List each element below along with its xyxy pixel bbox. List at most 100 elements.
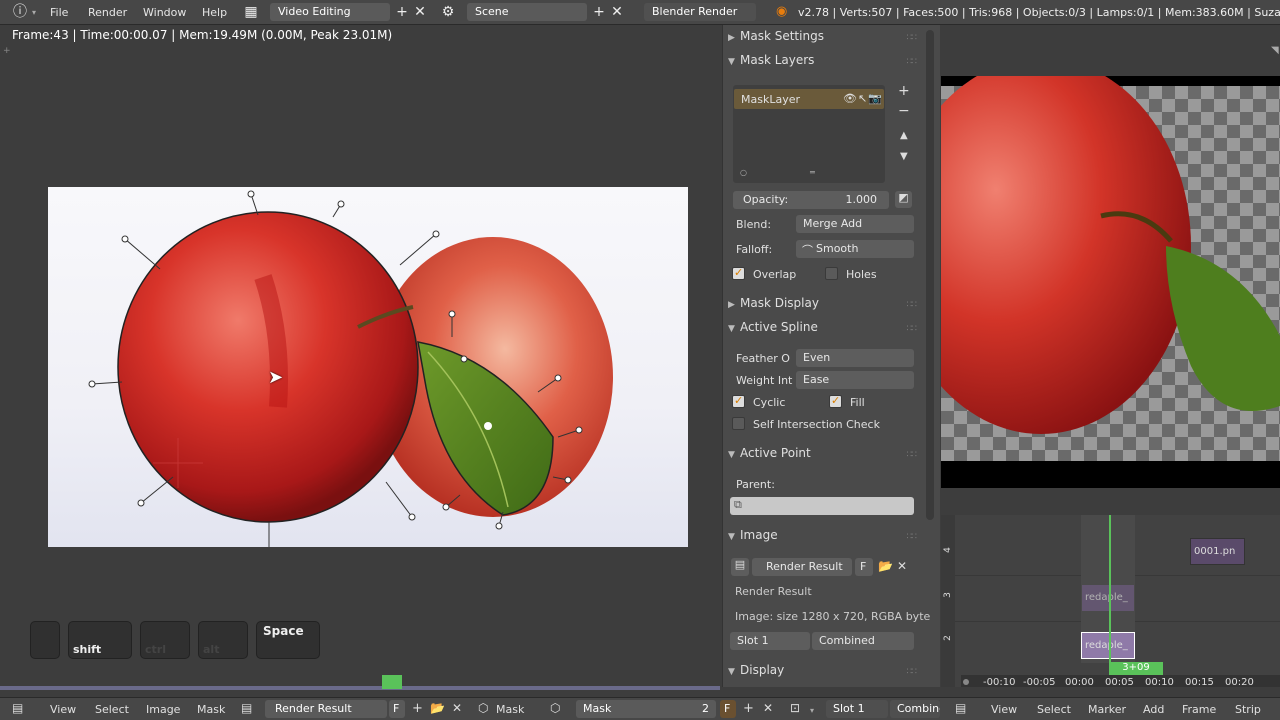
- remove-layer-icon[interactable]: −: [898, 103, 910, 119]
- mode-select[interactable]: Mask: [496, 703, 524, 716]
- mask-fake-user[interactable]: F: [720, 700, 736, 718]
- cyclic-checkbox[interactable]: [732, 394, 745, 408]
- bottom-header-bar: ▤ View Select Image Mask ▤ Render Result…: [0, 697, 1280, 720]
- strip-channel-2[interactable]: redaple_: [1081, 632, 1135, 659]
- parent-field[interactable]: ⧉: [730, 497, 914, 515]
- footer-image-field[interactable]: Render Result: [265, 700, 387, 718]
- scroll-handle[interactable]: [963, 679, 969, 685]
- invert-icon[interactable]: ◩: [895, 191, 912, 208]
- lock-icon[interactable]: ↖: [858, 92, 867, 105]
- footer-slot-select[interactable]: Slot 1: [826, 700, 888, 718]
- props-scrollbar[interactable]: [926, 30, 934, 520]
- pivot-icon[interactable]: ⊡: [790, 701, 800, 715]
- playhead[interactable]: [1109, 515, 1111, 675]
- area-corner-icon[interactable]: +: [3, 46, 11, 56]
- holes-checkbox[interactable]: [825, 267, 838, 280]
- footer-menu-view[interactable]: View: [50, 703, 76, 716]
- list-filter-icon[interactable]: ○: [740, 168, 747, 177]
- mask-icon[interactable]: ⬡: [550, 701, 560, 715]
- open-image-icon[interactable]: 📂: [878, 559, 893, 573]
- opacity-slider[interactable]: Opacity: 1.000: [733, 191, 889, 209]
- seq-menu-view[interactable]: View: [991, 703, 1017, 716]
- footer-fake-user[interactable]: F: [389, 700, 405, 718]
- render-canvas[interactable]: [48, 187, 688, 564]
- seq-menu-add[interactable]: Add: [1143, 703, 1164, 716]
- weight-label: Weight Int: [736, 374, 793, 387]
- seq-menu-strip[interactable]: Strip: [1235, 703, 1261, 716]
- footer-pass-select[interactable]: Combine: [890, 700, 940, 718]
- parent-label: Parent:: [736, 478, 775, 491]
- layout-field[interactable]: Video Editing: [270, 3, 390, 21]
- seq-menu-select[interactable]: Select: [1037, 703, 1071, 716]
- seq-menu-frame[interactable]: Frame: [1182, 703, 1216, 716]
- add-mask-icon[interactable]: +: [743, 701, 754, 716]
- section-active-spline[interactable]: ▼ Active Spline ∷∷: [728, 320, 917, 342]
- close-scene-icon[interactable]: ✕: [609, 4, 625, 20]
- frame-info: Frame:43 | Time:00:00.07 | Mem:19.49M (0…: [12, 28, 393, 42]
- strip-channel-3[interactable]: redaple_: [1082, 585, 1134, 611]
- image-browse-icon[interactable]: ▤: [731, 558, 749, 576]
- top-menu-bar: ⓘ ▾ File Render Window Help ▦ Video Edit…: [0, 0, 1280, 25]
- section-mask-layers[interactable]: ▼ Mask Layers ∷∷: [728, 53, 917, 75]
- move-down-icon[interactable]: ▼: [900, 151, 908, 162]
- frame-scrubber[interactable]: [0, 686, 720, 690]
- chevron-down-icon[interactable]: ▾: [32, 8, 36, 17]
- sequencer-timeline[interactable]: 4 3 2 0001.pn redaple_ redaple_ 3+09 -00…: [941, 515, 1280, 688]
- unlink-image-icon[interactable]: ✕: [897, 559, 907, 573]
- fake-user-button[interactable]: F: [855, 558, 873, 576]
- menu-render[interactable]: Render: [88, 6, 127, 19]
- self-intersection-checkbox[interactable]: [732, 417, 745, 430]
- section-active-point[interactable]: ▼ Active Point ∷∷: [728, 446, 917, 468]
- time-label: 00:05: [1105, 677, 1134, 688]
- overlap-checkbox[interactable]: [732, 266, 745, 280]
- list-resize-icon[interactable]: ═: [810, 168, 815, 177]
- render-engine-select[interactable]: Blender Render: [644, 3, 756, 21]
- menu-file[interactable]: File: [50, 6, 68, 19]
- scene-icon[interactable]: ⚙: [440, 4, 456, 20]
- channel-ruler: [941, 515, 955, 687]
- section-display[interactable]: ▼ Display ∷∷: [728, 663, 917, 685]
- frame-marker[interactable]: [382, 675, 402, 689]
- falloff-label: Falloff:: [736, 243, 773, 256]
- image-strip[interactable]: 0001.pn: [1190, 538, 1245, 565]
- chevron-down-icon[interactable]: ▾: [810, 706, 814, 715]
- section-mask-display[interactable]: ▶ Mask Display ∷∷: [728, 296, 917, 318]
- eye-icon[interactable]: 👁: [843, 92, 857, 105]
- close-layout-icon[interactable]: ✕: [412, 4, 428, 20]
- blend-select[interactable]: Merge Add: [796, 215, 914, 233]
- info-icon[interactable]: ⓘ: [12, 4, 28, 20]
- add-layer-icon[interactable]: +: [898, 83, 910, 99]
- image-browse-icon[interactable]: ▤: [241, 701, 252, 715]
- image-name-field[interactable]: Render Result: [752, 558, 852, 576]
- slot-select[interactable]: Slot 1: [730, 632, 810, 650]
- footer-menu-select[interactable]: Select: [95, 703, 129, 716]
- falloff-select[interactable]: ⌒ Smooth: [796, 240, 914, 258]
- scene-field[interactable]: Scene: [467, 3, 587, 21]
- layout-icon[interactable]: ▦: [243, 4, 259, 20]
- menu-window[interactable]: Window: [143, 6, 186, 19]
- add-image-icon[interactable]: +: [412, 701, 423, 716]
- sequencer-preview[interactable]: ◥: [941, 25, 1280, 515]
- editor-type-icon[interactable]: ▤: [12, 701, 23, 715]
- feather-select[interactable]: Even: [796, 349, 914, 367]
- mask-datablock-field[interactable]: Mask 2: [576, 700, 716, 718]
- weight-select[interactable]: Ease: [796, 371, 914, 389]
- move-up-icon[interactable]: ▲: [900, 130, 908, 141]
- unlink-mask-icon[interactable]: ✕: [763, 701, 773, 715]
- area-split-icon[interactable]: ◥: [1271, 45, 1279, 56]
- add-layout-icon[interactable]: +: [394, 4, 410, 20]
- mode-icon[interactable]: ⬡: [478, 701, 488, 715]
- section-mask-settings[interactable]: ▶ Mask Settings ∷∷: [728, 29, 917, 51]
- footer-menu-mask[interactable]: Mask: [197, 703, 225, 716]
- sequencer-editor-icon[interactable]: ▤: [955, 701, 966, 715]
- pass-select[interactable]: Combined: [812, 632, 914, 650]
- render-icon[interactable]: 📷: [868, 92, 882, 105]
- menu-help[interactable]: Help: [202, 6, 227, 19]
- fill-checkbox[interactable]: [829, 394, 842, 408]
- seq-menu-marker[interactable]: Marker: [1088, 703, 1126, 716]
- open-image-icon[interactable]: 📂: [430, 701, 445, 715]
- add-scene-icon[interactable]: +: [591, 4, 607, 20]
- unlink-icon[interactable]: ✕: [452, 701, 462, 715]
- section-image[interactable]: ▼ Image ∷∷: [728, 528, 917, 550]
- footer-menu-image[interactable]: Image: [146, 703, 180, 716]
